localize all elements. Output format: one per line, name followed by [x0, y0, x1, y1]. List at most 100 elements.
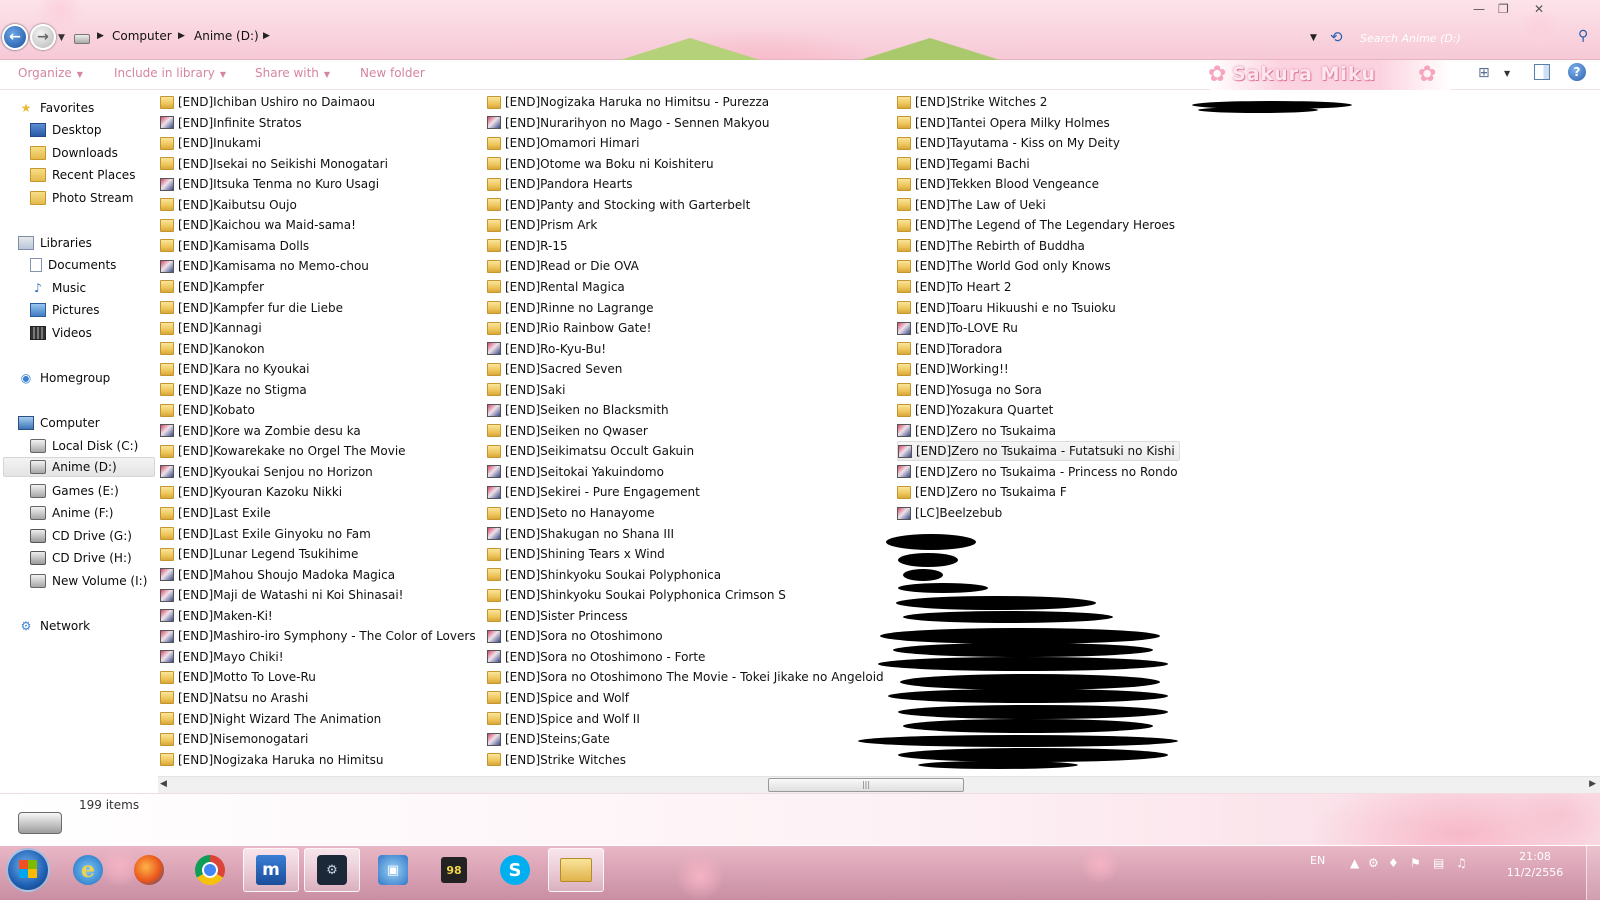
nav-games-e[interactable]: Games (E:)	[30, 481, 119, 501]
include-in-library-button[interactable]: Include in library ▼	[114, 66, 226, 80]
nav-computer[interactable]: Computer	[18, 413, 100, 433]
list-item[interactable]: [END]Toradora	[897, 339, 1002, 359]
taskbar-steam[interactable]: ⚙	[304, 848, 360, 892]
list-item[interactable]: [END]Motto To Love-Ru	[160, 667, 316, 687]
list-item[interactable]: [END]Infinite Stratos	[160, 113, 302, 133]
list-item[interactable]: [END]Kobato	[160, 400, 255, 420]
forward-button[interactable]: →	[30, 24, 56, 50]
list-item[interactable]: [END]Shinkyoku Soukai Polyphonica	[487, 565, 721, 585]
recent-pages-dropdown[interactable]: ▼	[58, 33, 65, 43]
breadcrumb-anime-d[interactable]: Anime (D:)	[194, 29, 259, 43]
action-center-flag-icon[interactable]: ⚑	[1410, 856, 1421, 870]
list-item[interactable]: [END]Ro-Kyu-Bu!	[487, 339, 606, 359]
list-item[interactable]: [END]Kampfer fur die Liebe	[160, 298, 343, 318]
list-item[interactable]: [END]Nisemonogatari	[160, 729, 308, 749]
list-item[interactable]: [END]Rental Magica	[487, 277, 625, 297]
list-item[interactable]: [END]Zero no Tsukaima - Princess no Rond…	[897, 462, 1178, 482]
minimize-button[interactable]: —	[1473, 2, 1485, 16]
list-item[interactable]: [END]Strike Witches 2	[897, 92, 1047, 112]
change-view-icon[interactable]: ⊞	[1478, 65, 1490, 81]
list-item[interactable]: [END]Seikimatsu Occult Gakuin	[487, 441, 694, 461]
list-item[interactable]: [END]Tayutama - Kiss on My Deity	[897, 133, 1120, 153]
droplet-tray-icon[interactable]: ♦	[1388, 856, 1399, 870]
nav-new-volume-i[interactable]: New Volume (I:)	[30, 571, 147, 591]
list-item[interactable]: [END]Tegami Bachi	[897, 154, 1030, 174]
list-item[interactable]: [END]Yozakura Quartet	[897, 400, 1053, 420]
list-item[interactable]: [END]Zero no Tsukaima F	[897, 482, 1067, 502]
nav-favorites[interactable]: ★ Favorites	[18, 98, 95, 118]
list-item[interactable]: [END]Working!!	[897, 359, 1009, 379]
taskbar-network-monitor[interactable]: ▣	[365, 848, 421, 892]
new-folder-button[interactable]: New folder	[360, 66, 425, 80]
list-item[interactable]: [END]Natsu no Arashi	[160, 688, 308, 708]
list-item[interactable]: [END]Kowarekake no Orgel The Movie	[160, 441, 406, 461]
list-item[interactable]: [END]Mahou Shoujo Madoka Magica	[160, 565, 395, 585]
taskbar-maxthon[interactable]: m	[243, 848, 299, 892]
scrollbar-thumb[interactable]: |||	[768, 778, 964, 792]
list-item[interactable]: [END]Night Wizard The Animation	[160, 709, 381, 729]
search-icon[interactable]: ⚲	[1578, 28, 1588, 44]
nav-anime-d[interactable]: Anime (D:)	[3, 457, 155, 477]
nav-documents[interactable]: Documents	[30, 255, 116, 275]
start-button[interactable]	[6, 848, 50, 892]
list-item[interactable]: [END]Kore wa Zombie desu ka	[160, 421, 361, 441]
taskbar-windows-explorer[interactable]	[548, 848, 604, 892]
list-item[interactable]: [END]Strike Witches	[487, 750, 626, 770]
list-item[interactable]: [END]Otome wa Boku ni Koishiteru	[487, 154, 714, 174]
list-item[interactable]: [END]Maken-Ki!	[160, 606, 273, 626]
list-item[interactable]: [END]Sora no Otoshimono	[487, 626, 663, 646]
breadcrumb-separator[interactable]: ▶	[263, 31, 270, 41]
list-item[interactable]: [END]Nurarihyon no Mago - Sennen Makyou	[487, 113, 769, 133]
list-item[interactable]: [END]Spice and Wolf II	[487, 709, 640, 729]
list-item[interactable]: [LC]Beelzebub	[897, 503, 1002, 523]
scroll-left-arrow-icon[interactable]: ◀	[160, 779, 167, 789]
address-dropdown[interactable]: ▼	[1310, 33, 1317, 43]
breadcrumb-computer[interactable]: Computer	[112, 29, 172, 43]
list-item[interactable]: [END]Kaibutsu Oujo	[160, 195, 297, 215]
list-item[interactable]: [END]Sora no Otoshimono - Forte	[487, 647, 705, 667]
list-item[interactable]: [END]Sister Princess	[487, 606, 628, 626]
horizontal-scrollbar[interactable]: ◀ ||| ▶	[158, 776, 1600, 793]
list-item[interactable]: [END]Read or Die OVA	[487, 256, 639, 276]
list-item[interactable]: [END]The Rebirth of Buddha	[897, 236, 1085, 256]
nav-local-disk-c[interactable]: Local Disk (C:)	[30, 436, 138, 456]
list-item[interactable]: [END]Panty and Stocking with Garterbelt	[487, 195, 750, 215]
list-item[interactable]: [END]The Legend of The Legendary Heroes	[897, 215, 1175, 235]
list-item[interactable]: [END]Kyoukai Senjou no Horizon	[160, 462, 373, 482]
nav-anime-f[interactable]: Anime (F:)	[30, 503, 113, 523]
list-item[interactable]: [END]Isekai no Seikishi Monogatari	[160, 154, 388, 174]
list-item[interactable]: [END]Last Exile Ginyoku no Fam	[160, 524, 371, 544]
search-input[interactable]	[1360, 28, 1590, 48]
nav-desktop[interactable]: Desktop	[30, 120, 102, 140]
list-item[interactable]: [END]Pandora Hearts	[487, 174, 633, 194]
list-item[interactable]: [END]Mashiro-iro Symphony - The Color of…	[160, 626, 476, 646]
list-item[interactable]: [END]Last Exile	[160, 503, 271, 523]
nav-homegroup[interactable]: ◉ Homegroup	[18, 368, 111, 388]
list-item[interactable]: [END]Toaru Hikuushi e no Tsuioku	[897, 298, 1116, 318]
close-button[interactable]: ✕	[1534, 2, 1544, 16]
show-desktop-button[interactable]	[1586, 846, 1600, 900]
list-item[interactable]: [END]Sacred Seven	[487, 359, 622, 379]
list-item[interactable]: [END]Shinkyoku Soukai Polyphonica Crimso…	[487, 585, 786, 605]
nav-music[interactable]: ♪ Music	[30, 278, 86, 298]
list-item[interactable]: [END]Nogizaka Haruka no Himitsu - Purezz…	[487, 92, 769, 112]
taskbar-internet-explorer[interactable]: e	[60, 848, 116, 892]
list-item[interactable]: [END]Sora no Otoshimono The Movie - Toke…	[487, 667, 884, 687]
nav-cd-drive-g[interactable]: CD Drive (G:)	[30, 526, 132, 546]
list-item[interactable]: [END]Kampfer	[160, 277, 264, 297]
refresh-icon[interactable]: ⟲	[1330, 28, 1343, 46]
nav-pictures[interactable]: Pictures	[30, 300, 100, 320]
network-tray-icon[interactable]: ▤	[1433, 856, 1444, 870]
taskbar-firefox[interactable]	[121, 848, 177, 892]
list-item[interactable]: [END]Sekirei - Pure Engagement	[487, 482, 700, 502]
taskbar-cpu-meter[interactable]: 98	[426, 848, 482, 892]
nav-cd-drive-h[interactable]: CD Drive (H:)	[30, 548, 132, 568]
volume-icon[interactable]: ♫	[1456, 856, 1467, 870]
list-item[interactable]: [END]Rinne no Lagrange	[487, 298, 654, 318]
list-item[interactable]: [END]Kaze no Stigma	[160, 380, 307, 400]
list-item[interactable]: [END]Zero no Tsukaima	[897, 421, 1056, 441]
list-item[interactable]: [END]Seiken no Blacksmith	[487, 400, 669, 420]
list-item[interactable]: [END]Kanokon	[160, 339, 265, 359]
nav-downloads[interactable]: Downloads	[30, 143, 118, 163]
list-item[interactable]: [END]Spice and Wolf	[487, 688, 629, 708]
